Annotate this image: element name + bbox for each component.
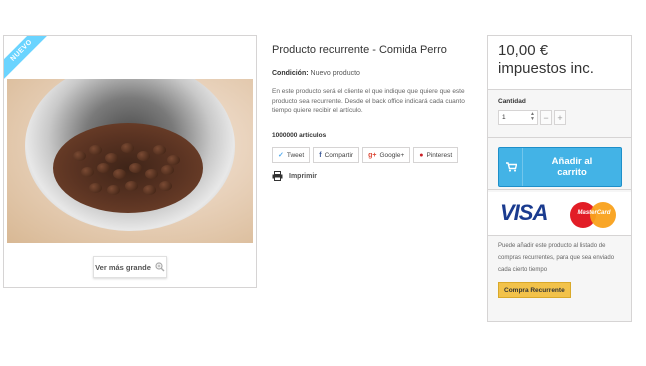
product-description: En este producto será el cliente el que … (272, 88, 465, 114)
add-to-cart-line1: Añadir al (551, 156, 593, 167)
recurring-info-text: Puede añadir este producto al listado de… (498, 243, 615, 273)
mastercard-logo: MasterCard (570, 202, 616, 228)
recurring-purchase-button[interactable]: Compra Recurrente (498, 282, 571, 298)
condition-label: Condición: (272, 70, 309, 77)
stock-quantity: 1000000 artículos (272, 132, 327, 139)
facebook-icon: f (319, 151, 322, 159)
quantity-increase-button[interactable]: + (554, 110, 566, 125)
printer-icon (272, 171, 283, 181)
add-to-cart-zone: Añadir al carrito (488, 137, 631, 190)
quantity-control: 1 ▲ ▼ − + (498, 110, 566, 125)
googleplus-icon: g+ (368, 151, 377, 159)
bowl-graphic (25, 79, 235, 231)
add-to-cart-button[interactable]: Añadir al carrito (498, 147, 622, 187)
quantity-input[interactable]: 1 ▲ ▼ (498, 110, 538, 125)
price-tax-note: impuestos inc. (498, 60, 594, 77)
facebook-share-button[interactable]: f Compartir (313, 147, 360, 163)
mastercard-label: MasterCard (577, 210, 611, 216)
product-title: Producto recurrente - Comida Perro (272, 44, 447, 56)
quantity-value: 1 (502, 114, 506, 121)
quantity-decrease-button[interactable]: − (540, 110, 552, 125)
price-block: 10,00 € impuestos inc. (488, 36, 631, 90)
quantity-label: Cantidad (498, 98, 526, 105)
googleplus-button[interactable]: g+ Google+ (362, 147, 411, 163)
new-badge: NUEVO (4, 36, 56, 85)
googleplus-label: Google+ (379, 151, 405, 159)
share-label: Compartir (324, 151, 354, 159)
kibble-graphic (53, 123, 203, 213)
add-to-cart-label: Añadir al carrito (523, 156, 621, 178)
add-to-cart-line2: carrito (557, 167, 587, 178)
print-label: Imprimir (289, 172, 318, 180)
buy-box: 10,00 € impuestos inc. Cantidad 1 ▲ ▼ − +… (487, 35, 632, 322)
pinterest-label: Pinterest (426, 151, 453, 159)
price-value: 10,00 € (498, 42, 549, 59)
zoom-label: Ver más grande (95, 262, 151, 272)
shopping-cart-icon (501, 148, 523, 186)
spinner-arrows-icon[interactable]: ▲ ▼ (530, 112, 535, 122)
zoom-button[interactable]: Ver más grande (93, 256, 167, 278)
product-image-box: NUEVO Ver más grande (3, 35, 257, 288)
product-condition: Condición: Nuevo producto (272, 70, 360, 77)
magnify-plus-icon (155, 262, 165, 272)
twitter-icon: ✓ (278, 152, 284, 159)
pinterest-icon: ● (419, 151, 424, 159)
payment-logos: VISA MasterCard (488, 192, 631, 236)
tweet-label: Tweet (286, 151, 305, 159)
pinterest-button[interactable]: ● Pinterest (413, 147, 459, 163)
visa-logo: VISA (500, 200, 548, 225)
print-link[interactable]: Imprimir (272, 171, 317, 181)
condition-value: Nuevo producto (310, 70, 360, 77)
social-share-bar: ✓ Tweet f Compartir g+ Google+ ● Pintere… (272, 147, 459, 163)
tweet-button[interactable]: ✓ Tweet (272, 147, 311, 163)
product-photo[interactable] (7, 79, 253, 243)
